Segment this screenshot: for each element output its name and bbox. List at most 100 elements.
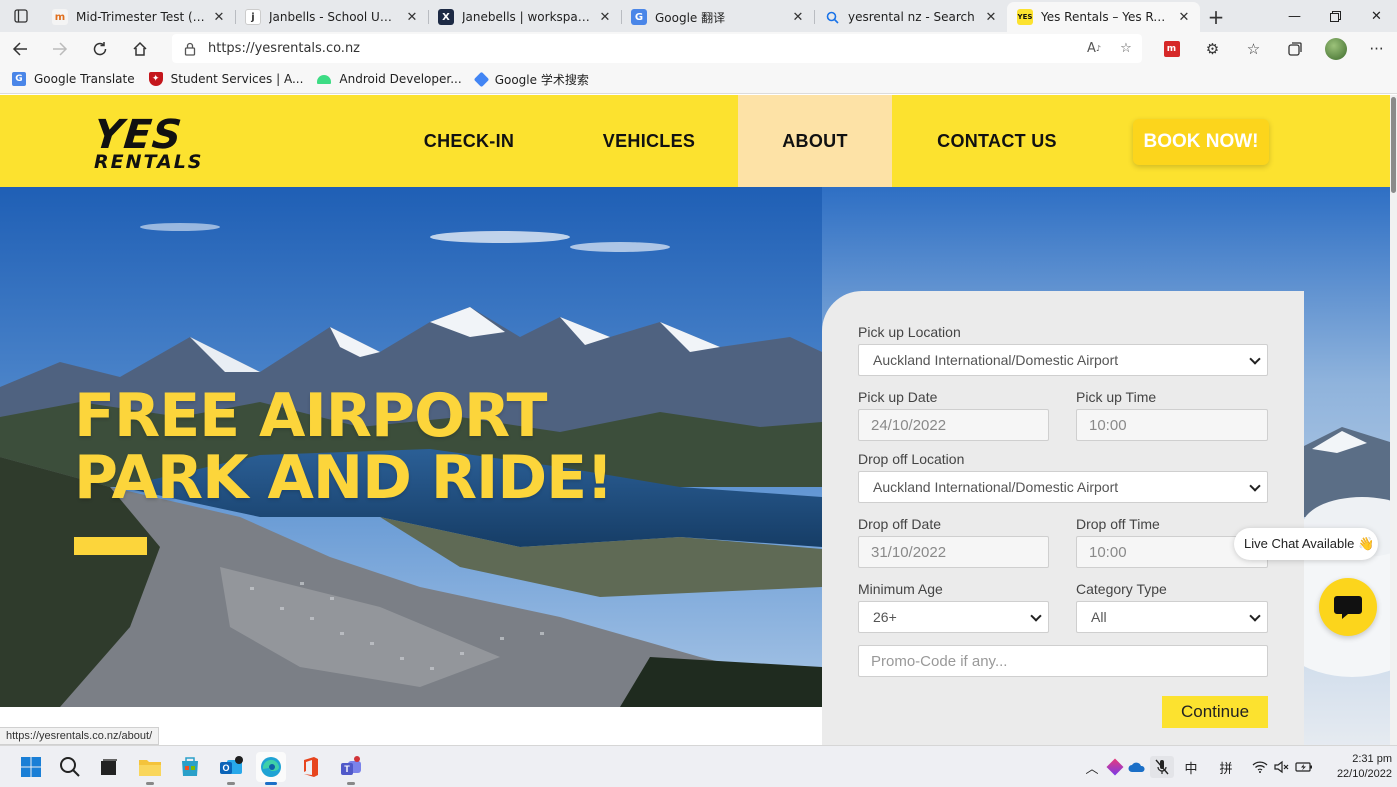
add-favorite-icon[interactable]: ☆: [1110, 41, 1142, 56]
bookmark-item[interactable]: Google 学术搜索: [473, 71, 589, 88]
favorites-button[interactable]: ☆: [1233, 32, 1274, 65]
continue-button[interactable]: Continue: [1162, 696, 1268, 728]
browser-tab[interactable]: G Google 翻译 ✕: [621, 2, 814, 32]
minimum-age-value: 26+: [873, 609, 897, 625]
close-tab-icon[interactable]: ✕: [404, 9, 420, 25]
nav-about[interactable]: ABOUT: [738, 95, 892, 187]
live-chat-button[interactable]: [1319, 578, 1377, 636]
nav-vehicles[interactable]: VEHICLES: [583, 95, 715, 187]
profile-button[interactable]: [1315, 32, 1356, 65]
file-explorer-button[interactable]: [135, 752, 165, 785]
restore-button[interactable]: [1315, 0, 1356, 32]
web-page: YES RENTALS CHECK-IN VEHICLES ABOUT CONT…: [0, 95, 1390, 745]
bookmark-item[interactable]: G Google Translate: [12, 72, 135, 86]
dropoff-date-label: Drop off Date: [858, 516, 942, 532]
teams-button[interactable]: T: [336, 752, 366, 785]
window-controls: — ✕: [1274, 0, 1397, 32]
site-logo[interactable]: YES RENTALS: [92, 112, 204, 172]
hero-banner: FREE AIRPORT PARK AND RIDE!: [0, 187, 822, 707]
forward-button[interactable]: [40, 33, 80, 65]
search-icon: [824, 9, 840, 25]
microphone-button[interactable]: [1150, 756, 1174, 778]
live-chat-bubble[interactable]: Live Chat Available 👋: [1234, 528, 1378, 560]
pickup-location-label: Pick up Location: [858, 324, 961, 340]
address-bar[interactable]: https://yesrentals.co.nz A ♪ ☆: [172, 34, 1142, 63]
show-hidden-icons-button[interactable]: ︿: [1083, 756, 1101, 778]
cube-icon: [1106, 758, 1124, 776]
dropoff-location-select[interactable]: Auckland International/Domestic Airport: [858, 471, 1268, 503]
close-window-button[interactable]: ✕: [1356, 0, 1397, 32]
ime-mode-button[interactable]: 拼: [1214, 756, 1238, 778]
book-now-button[interactable]: BOOK NOW!: [1133, 119, 1269, 165]
collections-button[interactable]: [1274, 32, 1315, 65]
browser-tab[interactable]: yesrental nz - Search ✕: [814, 2, 1007, 32]
back-button[interactable]: [0, 33, 40, 65]
clock-time: 2:31 pm: [1352, 753, 1392, 765]
browser-tab[interactable]: X Janebells | workspace13111 ✕: [428, 2, 621, 32]
plus-icon: +: [1207, 5, 1225, 29]
promo-code-input[interactable]: Promo-Code if any...: [858, 645, 1268, 677]
close-tab-icon[interactable]: ✕: [597, 9, 613, 25]
pickup-date-field[interactable]: 24/10/2022: [858, 409, 1049, 441]
taskbar-search-button[interactable]: [55, 752, 85, 782]
outlook-icon: O: [220, 756, 243, 774]
hero-accent-bar: [74, 537, 147, 555]
settings-menu-button[interactable]: ···: [1356, 32, 1397, 65]
favorites-icon: ☆: [1246, 39, 1261, 58]
chevron-down-icon: [1030, 610, 1042, 622]
browser-tab[interactable]: j Janbells - School Uniforms, ✕: [235, 2, 428, 32]
tab-actions-button[interactable]: [0, 0, 42, 32]
close-tab-icon[interactable]: ✕: [211, 9, 227, 25]
edge-icon: [261, 757, 281, 777]
edge-button[interactable]: [256, 752, 286, 785]
category-type-select[interactable]: All: [1076, 601, 1268, 633]
taskbar: O T ︿ 中 拼 2:31 pm 22/10/2022: [0, 745, 1397, 787]
bookmark-item[interactable]: Android Developer...: [317, 72, 462, 86]
read-aloud-icon[interactable]: A ♪: [1078, 41, 1110, 56]
nav-contact-us[interactable]: CONTACT US: [918, 95, 1076, 187]
pickup-time-field[interactable]: 10:00: [1076, 409, 1268, 441]
forward-arrow-icon: [53, 41, 68, 56]
moodle-icon: m: [52, 9, 68, 25]
minimum-age-select[interactable]: 26+: [858, 601, 1049, 633]
office-button[interactable]: [296, 752, 326, 782]
store-button[interactable]: [175, 752, 205, 782]
browser-tab-active[interactable]: YES Yes Rentals – Yes Rentals – I ✕: [1007, 2, 1200, 32]
close-tab-icon[interactable]: ✕: [1176, 9, 1192, 25]
pickup-location-select[interactable]: Auckland International/Domestic Airport: [858, 344, 1268, 376]
outlook-button[interactable]: O: [216, 752, 246, 785]
page-scrollbar[interactable]: [1390, 95, 1397, 745]
close-tab-icon[interactable]: ✕: [790, 9, 806, 25]
minimize-button[interactable]: —: [1274, 0, 1315, 32]
new-tab-button[interactable]: +: [1200, 2, 1232, 32]
refresh-button[interactable]: [80, 33, 120, 65]
battery-button[interactable]: [1294, 756, 1314, 778]
system-clock[interactable]: 2:31 pm 22/10/2022: [1318, 752, 1392, 782]
input-language-button[interactable]: 中: [1180, 756, 1202, 778]
hero-headline-line-1: FREE AIRPORT: [74, 381, 547, 451]
extension-button[interactable]: m: [1151, 32, 1192, 65]
lock-icon[interactable]: [172, 42, 208, 56]
dropoff-date-field[interactable]: 31/10/2022: [858, 536, 1049, 568]
office-icon: [304, 757, 318, 777]
scrollbar-thumb[interactable]: [1391, 97, 1396, 193]
browser-tab[interactable]: m Mid-Trimester Test (page 5 ✕: [42, 2, 235, 32]
extensions-button[interactable]: ⚙: [1192, 32, 1233, 65]
wifi-button[interactable]: [1250, 756, 1270, 778]
url-text[interactable]: https://yesrentals.co.nz: [208, 41, 1078, 56]
tray-app-button[interactable]: [1106, 756, 1124, 778]
search-icon: [60, 757, 80, 777]
category-type-label: Category Type: [1076, 581, 1167, 597]
bookmark-item[interactable]: ✦ Student Services | A...: [148, 72, 303, 86]
start-button[interactable]: [16, 752, 46, 782]
restore-icon: [1330, 10, 1341, 22]
microphone-muted-icon: [1155, 759, 1169, 775]
nav-check-in[interactable]: CHECK-IN: [400, 95, 538, 187]
task-view-button[interactable]: [94, 752, 124, 782]
x-icon: X: [438, 9, 454, 25]
close-tab-icon[interactable]: ✕: [983, 9, 999, 25]
home-button[interactable]: [120, 33, 160, 65]
volume-button[interactable]: [1272, 756, 1292, 778]
onedrive-button[interactable]: [1127, 756, 1147, 778]
dropoff-location-label: Drop off Location: [858, 451, 965, 467]
